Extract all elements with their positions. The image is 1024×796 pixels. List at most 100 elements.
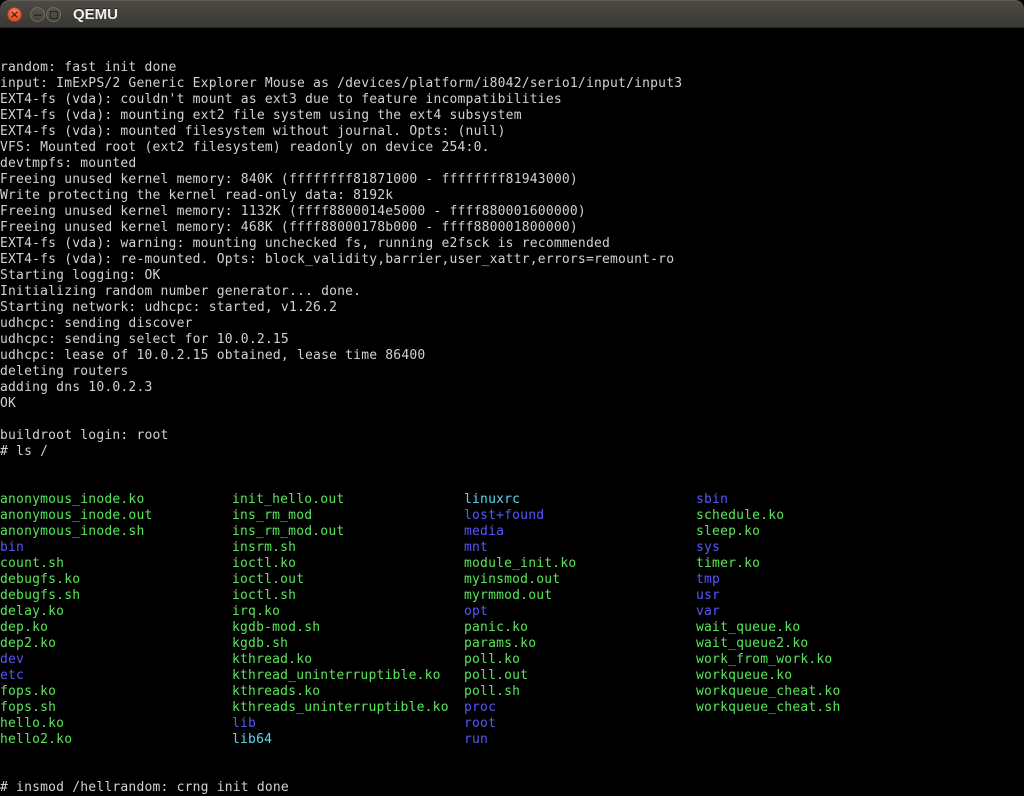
terminal-line: EXT4-fs (vda): re-mounted. Opts: block_v… xyxy=(0,252,1024,268)
file-entry: var xyxy=(696,604,840,620)
file-entry: anonymous_inode.out xyxy=(0,508,153,524)
file-entry: root xyxy=(464,716,576,732)
file-entry: work_from_work.ko xyxy=(696,652,840,668)
terminal-line: Starting logging: OK xyxy=(0,268,1024,284)
terminal-line: # ls / xyxy=(0,444,1024,460)
terminal-line: # insmod /hellrandom: crng init done xyxy=(0,780,1024,796)
terminal-line: EXT4-fs (vda): couldn't mount as ext3 du… xyxy=(0,92,1024,108)
terminal-line: Initializing random number generator... … xyxy=(0,284,1024,300)
file-entry: fops.ko xyxy=(0,684,153,700)
file-entry: kthread.ko xyxy=(232,652,449,668)
file-entry: poll.out xyxy=(464,668,576,684)
window-title: QEMU xyxy=(73,1,118,29)
terminal-line: EXT4-fs (vda): mounted filesystem withou… xyxy=(0,124,1024,140)
file-entry: hello2.ko xyxy=(0,732,153,748)
terminal-line: input: ImExPS/2 Generic Explorer Mouse a… xyxy=(0,76,1024,92)
qemu-window: × − QEMU random: fast init doneinput: Im… xyxy=(0,0,1024,796)
terminal-line: Starting network: udhcpc: started, v1.26… xyxy=(0,300,1024,316)
ls-output: anonymous_inode.koanonymous_inode.outano… xyxy=(0,492,1024,748)
terminal-line: buildroot login: root xyxy=(0,428,1024,444)
terminal-line: random: fast init done xyxy=(0,60,1024,76)
file-entry: params.ko xyxy=(464,636,576,652)
file-entry: debugfs.sh xyxy=(0,588,153,604)
file-entry: kthreads.ko xyxy=(232,684,449,700)
file-entry: anonymous_inode.sh xyxy=(0,524,153,540)
file-entry: hello.ko xyxy=(0,716,153,732)
file-entry: ioctl.sh xyxy=(232,588,449,604)
terminal-line: Write protecting the kernel read-only da… xyxy=(0,188,1024,204)
file-entry: lib64 xyxy=(232,732,449,748)
ls-column: sbinschedule.kosleep.kosystimer.kotmpusr… xyxy=(696,492,840,716)
file-entry: insrm.sh xyxy=(232,540,449,556)
file-entry: ioctl.ko xyxy=(232,556,449,572)
file-entry: schedule.ko xyxy=(696,508,840,524)
file-entry: dep2.ko xyxy=(0,636,153,652)
file-entry: poll.sh xyxy=(464,684,576,700)
file-entry: kgdb.sh xyxy=(232,636,449,652)
terminal-line: udhcpc: sending select for 10.0.2.15 xyxy=(0,332,1024,348)
file-entry: run xyxy=(464,732,576,748)
file-entry: anonymous_inode.ko xyxy=(0,492,153,508)
file-entry: panic.ko xyxy=(464,620,576,636)
file-entry: delay.ko xyxy=(0,604,153,620)
file-entry: dev xyxy=(0,652,153,668)
ls-column: linuxrclost+foundmediamntmodule_init.kom… xyxy=(464,492,576,748)
file-entry: media xyxy=(464,524,576,540)
file-entry: etc xyxy=(0,668,153,684)
terminal-line: devtmpfs: mounted xyxy=(0,156,1024,172)
file-entry: wait_queue.ko xyxy=(696,620,840,636)
titlebar[interactable]: × − QEMU xyxy=(0,0,1024,28)
file-entry: bin xyxy=(0,540,153,556)
boot-log: random: fast init doneinput: ImExPS/2 Ge… xyxy=(0,60,1024,460)
file-entry: ins_rm_mod.out xyxy=(232,524,449,540)
file-entry: kthreads_uninterruptible.ko xyxy=(232,700,449,716)
minimize-button[interactable]: − xyxy=(30,7,45,22)
file-entry: debugfs.ko xyxy=(0,572,153,588)
file-entry: kthread_uninterruptible.ko xyxy=(232,668,449,684)
terminal-line: udhcpc: sending discover xyxy=(0,316,1024,332)
file-entry: wait_queue2.ko xyxy=(696,636,840,652)
close-icon: × xyxy=(10,9,19,20)
maximize-icon xyxy=(50,11,58,19)
terminal-screen[interactable]: random: fast init doneinput: ImExPS/2 Ge… xyxy=(0,28,1024,796)
file-entry: count.sh xyxy=(0,556,153,572)
file-entry: irq.ko xyxy=(232,604,449,620)
file-entry: ioctl.out xyxy=(232,572,449,588)
terminal-line: Freeing unused kernel memory: 1132K (fff… xyxy=(0,204,1024,220)
file-entry: ins_rm_mod xyxy=(232,508,449,524)
shell-tail: # insmod /hellrandom: crng init done# in… xyxy=(0,780,1024,796)
file-entry: module_init.ko xyxy=(464,556,576,572)
file-entry: init_hello.out xyxy=(232,492,449,508)
file-entry: workqueue.ko xyxy=(696,668,840,684)
file-entry: lib xyxy=(232,716,449,732)
file-entry: workqueue_cheat.ko xyxy=(696,684,840,700)
file-entry: tmp xyxy=(696,572,840,588)
terminal-line: Freeing unused kernel memory: 468K (ffff… xyxy=(0,220,1024,236)
file-entry: workqueue_cheat.sh xyxy=(696,700,840,716)
file-entry: dep.ko xyxy=(0,620,153,636)
file-entry: proc xyxy=(464,700,576,716)
file-entry: opt xyxy=(464,604,576,620)
terminal-line: adding dns 10.0.2.3 xyxy=(0,380,1024,396)
file-entry: usr xyxy=(696,588,840,604)
terminal-line: EXT4-fs (vda): mounting ext2 file system… xyxy=(0,108,1024,124)
file-entry: lost+found xyxy=(464,508,576,524)
file-entry: sleep.ko xyxy=(696,524,840,540)
file-entry: myrmmod.out xyxy=(464,588,576,604)
ls-column: init_hello.outins_rm_modins_rm_mod.outin… xyxy=(232,492,449,748)
file-entry: myinsmod.out xyxy=(464,572,576,588)
terminal-line: OK xyxy=(0,396,1024,412)
ls-column: anonymous_inode.koanonymous_inode.outano… xyxy=(0,492,153,748)
maximize-button[interactable] xyxy=(46,7,61,22)
close-button[interactable]: × xyxy=(7,7,22,22)
minimize-icon: − xyxy=(32,9,42,21)
terminal-line: EXT4-fs (vda): warning: mounting uncheck… xyxy=(0,236,1024,252)
file-entry: sbin xyxy=(696,492,840,508)
file-entry: timer.ko xyxy=(696,556,840,572)
file-entry: fops.sh xyxy=(0,700,153,716)
terminal-line xyxy=(0,412,1024,428)
file-entry: poll.ko xyxy=(464,652,576,668)
file-entry: kgdb-mod.sh xyxy=(232,620,449,636)
file-entry: sys xyxy=(696,540,840,556)
file-entry: linuxrc xyxy=(464,492,576,508)
